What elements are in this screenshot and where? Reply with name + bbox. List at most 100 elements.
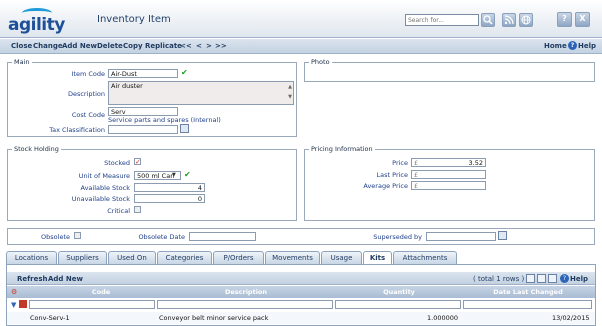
currency-symbol: £ — [414, 171, 419, 179]
logo-text: agility — [8, 15, 65, 35]
close-icon[interactable]: X — [575, 12, 590, 27]
column-header-code[interactable]: Code — [27, 288, 175, 296]
price-field[interactable]: £ 3.52 — [411, 158, 486, 167]
tab-locations[interactable]: Locations — [6, 251, 57, 264]
close-button[interactable]: Close — [11, 42, 32, 50]
last-record-button[interactable]: >> — [215, 42, 227, 50]
grid-add-new-button[interactable]: Add New — [48, 275, 83, 283]
description-label: Description — [67, 90, 105, 98]
rss-icon[interactable] — [502, 13, 516, 27]
item-code-field[interactable]: Air-Dust — [108, 69, 178, 78]
refresh-button[interactable]: Refresh — [17, 275, 48, 283]
previous-record-button[interactable]: < — [196, 42, 202, 50]
lookup-icon[interactable] — [498, 231, 507, 240]
globe-icon[interactable] — [519, 13, 533, 27]
row-date: 13/02/2015 — [552, 314, 590, 322]
unit-of-measure-label: Unit of Measure — [78, 172, 130, 180]
last-price-label: Last Price — [376, 171, 408, 179]
currency-symbol: £ — [414, 159, 419, 167]
help-icon[interactable]: ? — [557, 12, 572, 27]
tax-classification-label: Tax Classification — [49, 126, 105, 134]
search-input[interactable] — [405, 14, 479, 26]
replicate-button[interactable]: Replicate — [145, 42, 182, 50]
search-icon[interactable] — [481, 13, 495, 27]
page-title: Inventory Item — [97, 14, 171, 25]
table-row[interactable]: Conv-Serv-1 Conveyor belt minor service … — [7, 312, 595, 324]
superseded-by-label: Superseded by — [373, 233, 422, 241]
photo-legend: Photo — [309, 58, 332, 66]
tax-classification-field[interactable] — [108, 125, 178, 134]
tab-p-orders[interactable]: P/Orders — [213, 251, 264, 264]
stock-holding-legend: Stock Holding — [12, 145, 61, 153]
rows-info: ( total 1 rows ) — [473, 275, 525, 283]
tab-suppliers[interactable]: Suppliers — [58, 251, 107, 264]
main-legend: Main — [12, 58, 32, 66]
critical-checkbox[interactable] — [134, 206, 141, 213]
help-circle-icon: ? — [568, 41, 577, 50]
settings-icon[interactable] — [548, 274, 557, 283]
add-new-button[interactable]: Add New — [62, 42, 97, 50]
help-circle-icon: ? — [560, 274, 569, 283]
available-stock-field: 4 — [134, 183, 205, 192]
cost-code-label: Cost Code — [71, 111, 105, 119]
cost-code-field[interactable]: Serv — [108, 107, 178, 116]
filter-quantity-input[interactable] — [335, 300, 461, 309]
filter-description-input[interactable] — [157, 300, 333, 309]
currency-symbol: £ — [414, 182, 419, 190]
row-code[interactable]: Conv-Serv-1 — [30, 314, 70, 322]
available-stock-label: Available Stock — [80, 184, 130, 192]
grid-toolbar: Refresh Add New ( total 1 rows ) ? Help — [7, 272, 595, 285]
stocked-checkbox[interactable]: ✓ — [134, 158, 141, 166]
chevron-down-icon[interactable]: ▼ — [172, 172, 176, 178]
tab-usage[interactable]: Usage — [321, 251, 362, 264]
column-header-quantity[interactable]: Quantity — [335, 288, 463, 296]
obsolete-label: Obsolete — [41, 233, 70, 241]
average-price-label: Average Price — [363, 182, 408, 190]
settings-icon[interactable]: ⚙ — [11, 288, 17, 296]
tab-kits[interactable]: Kits — [363, 251, 392, 265]
home-button[interactable]: Home — [544, 42, 567, 50]
print-icon[interactable] — [537, 274, 546, 283]
price-label: Price — [392, 159, 408, 167]
check-icon: ✔ — [184, 170, 191, 179]
superseded-by-field[interactable] — [426, 232, 496, 241]
cost-code-description: Service parts and spares (Internal) — [108, 116, 221, 124]
filter-date-input[interactable] — [463, 300, 592, 309]
app-header: agility Inventory Item ? X — [0, 0, 602, 38]
clear-filter-icon[interactable] — [19, 300, 27, 308]
check-icon: ✔ — [181, 68, 188, 77]
tab-categories[interactable]: Categories — [157, 251, 212, 264]
delete-button[interactable]: Delete — [97, 42, 123, 50]
copy-button[interactable]: Copy — [123, 42, 143, 50]
unavailable-stock-label: Unavailable Stock — [71, 195, 130, 203]
grid-help-button[interactable]: Help — [570, 275, 588, 283]
lookup-icon[interactable] — [180, 124, 189, 133]
filter-icon[interactable]: ▼ — [11, 301, 16, 309]
tab-attachments[interactable]: Attachments — [393, 251, 457, 264]
description-scroll[interactable]: ▲ ▼ — [287, 82, 293, 104]
unavailable-stock-field: 0 — [134, 194, 205, 203]
row-description: Conveyor belt minor service pack — [159, 314, 269, 322]
filter-code-input[interactable] — [29, 300, 155, 309]
grid-header: ⚙ Code Description Quantity Date Last Ch… — [7, 286, 595, 298]
change-button[interactable]: Change — [33, 42, 63, 50]
action-toolbar: Close Change Add New Delete Copy Replica… — [0, 39, 602, 54]
next-record-button[interactable]: > — [206, 42, 212, 50]
column-header-date-last-changed[interactable]: Date Last Changed — [463, 288, 593, 296]
column-header-description[interactable]: Description — [157, 288, 335, 296]
first-record-button[interactable]: << — [180, 42, 192, 50]
export-icon[interactable] — [526, 274, 535, 283]
description-field[interactable]: Air duster — [108, 81, 294, 105]
tab-movements[interactable]: Movements — [265, 251, 320, 264]
unit-of-measure-value: 500 ml Can — [137, 172, 175, 180]
agility-logo[interactable]: agility — [8, 5, 65, 35]
help-button[interactable]: Help — [578, 42, 596, 50]
average-price-field[interactable]: £ — [411, 181, 486, 190]
item-code-label: Item Code — [71, 70, 105, 78]
last-price-field[interactable]: £ — [411, 170, 486, 179]
obsolete-date-field[interactable] — [189, 232, 256, 241]
pricing-legend: Pricing Information — [309, 145, 375, 153]
obsolete-checkbox[interactable] — [74, 232, 81, 239]
critical-label: Critical — [107, 207, 130, 215]
tab-used-on[interactable]: Used On — [108, 251, 156, 264]
